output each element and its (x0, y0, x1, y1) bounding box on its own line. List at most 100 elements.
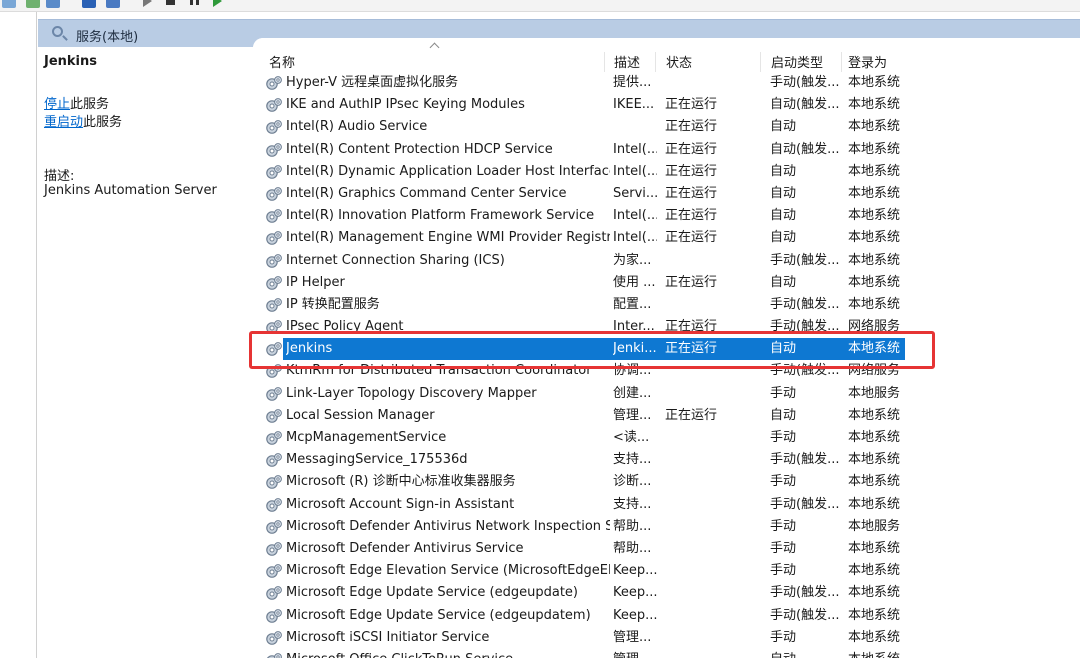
help-icon[interactable] (82, 0, 96, 8)
service-name-cell: Microsoft Edge Update Service (edgeupdat… (286, 585, 578, 601)
refresh-icon[interactable] (26, 0, 40, 8)
table-row[interactable]: Link-Layer Topology Discovery Mapper 创建..… (253, 383, 1080, 405)
column-startup-type[interactable]: 启动类型 (770, 52, 842, 72)
stop-service-link[interactable]: 停止 (44, 97, 70, 112)
table-row[interactable]: Hyper-V 远程桌面虚拟化服务 提供... 手动(触发... 本地系统 (253, 72, 1080, 94)
table-row[interactable]: Microsoft Edge Update Service (edgeupdat… (253, 605, 1080, 627)
console-tree-icon[interactable] (2, 0, 16, 8)
pause-service-icon[interactable] (190, 0, 199, 5)
properties-icon[interactable] (106, 0, 120, 8)
table-row[interactable]: Microsoft Defender Antivirus Network Ins… (253, 516, 1080, 538)
table-row[interactable]: IP 转换配置服务 配置... 手动(触发... 本地系统 (253, 294, 1080, 316)
service-name-cell: Microsoft Defender Antivirus Network Ins… (286, 518, 610, 534)
table-row[interactable]: IP Helper 使用 ... 正在运行 自动 本地系统 (253, 272, 1080, 294)
service-startup-type-cell: 自动 (770, 274, 797, 290)
service-startup-type-cell: 手动 (770, 518, 797, 534)
service-description-cell: Intel(... (613, 163, 657, 179)
service-description-cell: 提供... (613, 75, 652, 90)
service-description-cell: 管理... (613, 629, 652, 645)
service-gear-icon (265, 186, 283, 202)
table-row[interactable]: Microsoft (R) 诊断中心标准收集器服务 诊断... 手动 本地系统 (253, 471, 1080, 493)
service-startup-type-cell: 自动 (770, 407, 797, 423)
service-name-cell: MessagingService_175536d (286, 452, 468, 468)
service-log-on-as-cell: 本地系统 (848, 474, 901, 490)
service-name-cell: Link-Layer Topology Discovery Mapper (286, 385, 537, 401)
service-log-on-as-cell: 本地服务 (848, 518, 901, 534)
table-row[interactable]: Intel(R) Graphics Command Center Service… (253, 183, 1080, 205)
service-status-cell: 正在运行 (665, 141, 718, 157)
service-gear-icon (265, 275, 283, 291)
service-startup-type-cell: 手动 (770, 629, 797, 645)
restart-service-icon[interactable] (213, 0, 222, 7)
table-row[interactable]: Microsoft Edge Elevation Service (Micros… (253, 560, 1080, 582)
service-name-cell: Microsoft Office ClickToRun Service (286, 649, 610, 658)
service-name-cell: Intel(R) Management Engine WMI Provider … (286, 230, 610, 246)
table-row[interactable]: Microsoft Defender Antivirus Service 帮助..… (253, 538, 1080, 560)
service-log-on-as-cell: 本地系统 (848, 407, 901, 423)
service-gear-icon (265, 519, 283, 535)
service-gear-icon (265, 563, 283, 579)
toolbar (0, 0, 1080, 12)
service-log-on-as-cell: 本地系统 (848, 452, 901, 468)
service-gear-icon (265, 297, 283, 313)
table-row[interactable]: Microsoft iSCSI Initiator Service 管理... 手动… (253, 627, 1080, 649)
service-description-cell: 管理... (613, 407, 652, 423)
service-startup-type-cell: 手动 (770, 563, 797, 579)
table-row[interactable]: Microsoft Edge Update Service (edgeupdat… (253, 582, 1080, 604)
stop-service-icon[interactable] (166, 0, 175, 5)
service-description-cell: Servi... (613, 185, 657, 201)
table-row[interactable]: Intel(R) Dynamic Application Loader Host… (253, 161, 1080, 183)
table-row[interactable]: MessagingService_175536d 支持... 手动(触发... 本地系… (253, 449, 1080, 471)
export-list-icon[interactable] (46, 0, 60, 8)
service-startup-type-cell: 自动 (770, 208, 797, 224)
table-row[interactable]: Intel(R) Innovation Platform Framework S… (253, 205, 1080, 227)
service-startup-type-cell: 手动 (770, 430, 797, 445)
column-log-on-as[interactable]: 登录为 (847, 52, 1080, 72)
service-name-cell: Microsoft Account Sign-in Assistant (286, 496, 515, 512)
stop-service-suffix: 此服务 (70, 97, 110, 112)
service-description-cell: Intel(... (613, 208, 657, 224)
column-name[interactable]: 名称 (268, 52, 605, 72)
table-row[interactable]: Intel(R) Management Engine WMI Provider … (253, 227, 1080, 249)
service-gear-icon (265, 386, 283, 402)
start-service-icon[interactable] (143, 0, 152, 7)
table-row[interactable]: IKE and AuthIP IPsec Keying Modules IKEE.… (253, 94, 1080, 116)
console-tree[interactable] (0, 12, 37, 658)
service-description-cell: 帮助... (613, 540, 652, 556)
service-startup-type-cell: 手动(触发... (770, 607, 840, 623)
table-row[interactable]: Microsoft Account Sign-in Assistant 支持...… (253, 494, 1080, 516)
service-description-cell: Keep... (613, 607, 657, 623)
restart-service-link[interactable]: 重启动 (44, 115, 83, 130)
service-log-on-as-cell: 本地系统 (848, 230, 901, 246)
table-row[interactable]: Internet Connection Sharing (ICS) 为家... 手动… (253, 250, 1080, 272)
service-log-on-as-cell: 本地系统 (848, 185, 901, 201)
service-description-cell: 使用 ... (613, 274, 656, 290)
column-description[interactable]: 描述 (613, 52, 656, 72)
service-name-cell: Hyper-V 远程桌面虚拟化服务 (286, 75, 459, 90)
table-row[interactable]: Local Session Manager 管理... 正在运行 自动 本地系统 (253, 405, 1080, 427)
service-gear-icon (265, 474, 283, 490)
service-description-cell: 创建... (613, 385, 652, 401)
service-startup-type-cell: 手动 (770, 385, 797, 401)
table-row[interactable]: Intel(R) Content Protection HDCP Service… (253, 139, 1080, 161)
service-name-cell: Microsoft (R) 诊断中心标准收集器服务 (286, 474, 516, 490)
service-startup-type-cell: 手动 (770, 474, 797, 490)
service-log-on-as-cell: 本地系统 (848, 296, 901, 312)
service-gear-icon (265, 75, 283, 91)
service-status-cell: 正在运行 (665, 230, 718, 246)
service-gear-icon (265, 430, 283, 446)
table-row[interactable]: Intel(R) Audio Service 正在运行 自动 本地系统 (253, 116, 1080, 138)
service-log-on-as-cell: 本地系统 (848, 274, 901, 290)
column-status[interactable]: 状态 (665, 52, 761, 72)
service-name-cell: Intel(R) Graphics Command Center Service (286, 185, 567, 201)
service-startup-type-cell: 手动(触发... (770, 296, 840, 312)
table-row[interactable]: Microsoft Office ClickToRun Service管理...… (253, 649, 1080, 658)
table-row[interactable]: McpManagementService <读... 手动 本地系统 (253, 427, 1080, 449)
restart-service-action: 重启动此服务 (44, 111, 122, 130)
service-gear-icon (265, 408, 283, 424)
service-log-on-as-cell: 本地系统 (848, 607, 901, 623)
service-startup-type-cell: 手动 (770, 540, 797, 556)
column-header: 名称 描述 状态 启动类型 登录为 (253, 38, 1080, 72)
service-description-cell: 管理... (613, 649, 657, 658)
service-startup-type-cell: 自动(触发... (770, 97, 840, 113)
